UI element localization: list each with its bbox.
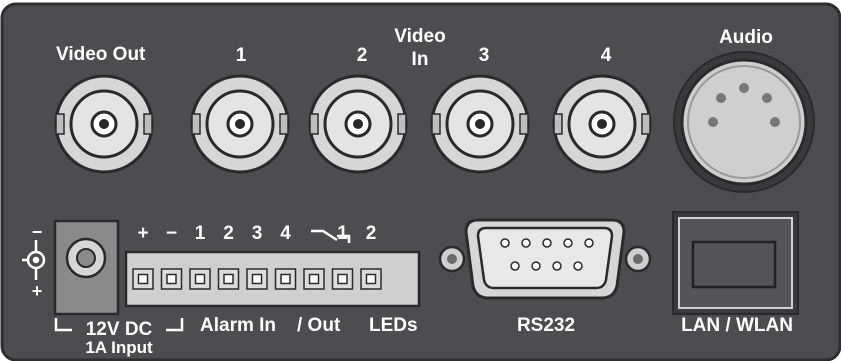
power-current-label: 1A Input (85, 338, 153, 357)
terminal-header-label: 4 (280, 223, 291, 244)
terminal-header-label: 1 (194, 223, 206, 244)
terminal-screw-hole (137, 273, 149, 285)
bnc-video-in-1-connector[interactable] (190, 74, 290, 174)
terminal-screw-hole (251, 273, 263, 285)
lan-wlan-port[interactable] (672, 211, 799, 315)
terminal-screw-hole (280, 273, 291, 285)
rs232-label: RS232 (516, 315, 576, 336)
video-in-4-label: 4 (600, 45, 612, 66)
bnc-video-in-3-connector[interactable] (430, 74, 530, 174)
lan-wlan-label: LAN / WLAN (681, 315, 793, 336)
video-in-2-label: 2 (356, 45, 368, 66)
video-in-1-label: 1 (235, 45, 247, 66)
terminal-header-label: 1 (337, 223, 348, 244)
power-plus-symbol: + (31, 281, 43, 301)
video-in-title-line2: In (411, 49, 429, 70)
terminal-screw-hole (337, 273, 348, 285)
terminal-screw-hole (308, 273, 320, 285)
device-rear-panel: Video Out 1 2 Video In 3 4 Audio − + + −1… (0, 0, 841, 361)
out-label: / Out (297, 315, 341, 336)
terminal-screw-hole (223, 273, 234, 285)
dc-power-jack[interactable] (53, 219, 120, 316)
terminal-header-label: 2 (223, 223, 234, 244)
terminal-header-label: − (165, 223, 178, 244)
video-in-3-label: 3 (478, 45, 490, 66)
bnc-video-in-2-connector[interactable] (308, 74, 408, 174)
leds-label: LEDs (369, 315, 418, 336)
video-out-label: Video Out (56, 44, 146, 65)
terminal-header-label: 3 (251, 223, 263, 244)
video-in-title-line1: Video (394, 26, 446, 47)
bnc-video-out-connector[interactable] (54, 74, 154, 174)
terminal-screw-hole (365, 273, 377, 285)
bnc-video-in-4-connector[interactable] (552, 74, 652, 174)
terminal-header-label: 2 (365, 223, 377, 244)
alarm-in-label: Alarm In (200, 315, 277, 336)
power-minus-symbol: − (31, 222, 43, 242)
power-rating-label: 12V DC (85, 319, 153, 340)
audio-label: Audio (719, 27, 773, 48)
terminal-block[interactable] (124, 250, 421, 308)
audio-din-connector[interactable] (673, 51, 815, 193)
terminal-header-label: + (137, 223, 149, 244)
terminal-screw-hole (166, 273, 177, 285)
terminal-screw-hole (194, 273, 206, 285)
